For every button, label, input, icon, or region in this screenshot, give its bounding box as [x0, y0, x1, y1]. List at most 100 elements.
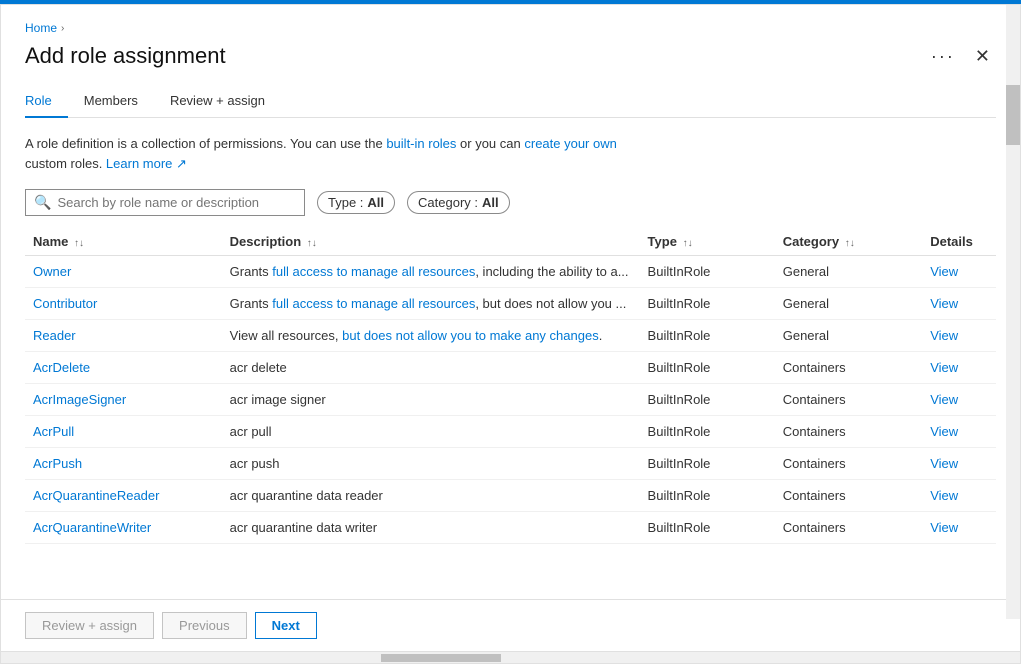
tab-role[interactable]: Role — [25, 85, 68, 118]
title-row: Add role assignment ··· ✕ — [25, 43, 996, 69]
table-row: OwnerGrants full access to manage all re… — [25, 256, 996, 288]
role-view-link[interactable]: View — [922, 512, 996, 544]
role-name-cell[interactable]: AcrDelete — [25, 352, 222, 384]
breadcrumb: Home › — [25, 21, 996, 35]
sort-type-icon[interactable]: ↑↓ — [683, 238, 693, 249]
content: A role definition is a collection of per… — [1, 118, 1020, 599]
scrollbar-thumb[interactable] — [1006, 85, 1020, 145]
title-actions: ··· ✕ — [925, 44, 996, 69]
role-view-link[interactable]: View — [922, 448, 996, 480]
role-view-link[interactable]: View — [922, 288, 996, 320]
category-filter-label: Category : — [418, 195, 478, 210]
search-icon: 🔍 — [34, 194, 51, 211]
close-button[interactable]: ✕ — [969, 45, 996, 67]
role-category-cell: General — [775, 256, 922, 288]
breadcrumb-chevron: › — [61, 23, 64, 34]
role-description-cell: acr quarantine data writer — [222, 512, 640, 544]
table-body: OwnerGrants full access to manage all re… — [25, 256, 996, 544]
col-description: Description ↑↓ — [222, 228, 640, 256]
type-filter-value: All — [367, 195, 384, 210]
desc-line1: A role definition is a collection of per… — [25, 136, 617, 151]
col-details: Details — [922, 228, 996, 256]
role-description-cell: View all resources, but does not allow y… — [222, 320, 640, 352]
previous-button[interactable]: Previous — [162, 612, 247, 639]
table-row: AcrPushacr pushBuiltInRoleContainersView — [25, 448, 996, 480]
main-container: Home › Add role assignment ··· ✕ Role Me… — [0, 4, 1021, 664]
table-row: AcrDeleteacr deleteBuiltInRoleContainers… — [25, 352, 996, 384]
sort-name-icon[interactable]: ↑↓ — [74, 238, 84, 249]
role-name-cell[interactable]: Owner — [25, 256, 222, 288]
role-description-cell: acr image signer — [222, 384, 640, 416]
role-name-cell[interactable]: AcrQuarantineReader — [25, 480, 222, 512]
role-category-cell: Containers — [775, 448, 922, 480]
role-name-cell[interactable]: AcrImageSigner — [25, 384, 222, 416]
role-type-cell: BuiltInRole — [640, 256, 775, 288]
table-row: ReaderView all resources, but does not a… — [25, 320, 996, 352]
category-filter[interactable]: Category : All — [407, 191, 510, 214]
role-view-link[interactable]: View — [922, 320, 996, 352]
role-category-cell: Containers — [775, 480, 922, 512]
role-category-cell: General — [775, 288, 922, 320]
learn-more-link[interactable]: Learn more ↗ — [106, 156, 187, 171]
breadcrumb-home[interactable]: Home — [25, 21, 57, 35]
roles-table: Name ↑↓ Description ↑↓ Type ↑↓ Categor — [25, 228, 996, 544]
col-category: Category ↑↓ — [775, 228, 922, 256]
description-text: A role definition is a collection of per… — [25, 134, 996, 173]
tab-members[interactable]: Members — [68, 85, 154, 118]
type-filter[interactable]: Type : All — [317, 191, 395, 214]
role-category-cell: Containers — [775, 512, 922, 544]
role-type-cell: BuiltInRole — [640, 512, 775, 544]
search-input[interactable] — [57, 195, 296, 210]
category-filter-value: All — [482, 195, 499, 210]
role-view-link[interactable]: View — [922, 384, 996, 416]
review-assign-button[interactable]: Review + assign — [25, 612, 154, 639]
role-type-cell: BuiltInRole — [640, 480, 775, 512]
role-view-link[interactable]: View — [922, 416, 996, 448]
footer: Review + assign Previous Next — [1, 599, 1020, 651]
role-type-cell: BuiltInRole — [640, 448, 775, 480]
role-category-cell: Containers — [775, 416, 922, 448]
table-row: AcrQuarantineReaderacr quarantine data r… — [25, 480, 996, 512]
bottom-scrollbar-thumb[interactable] — [381, 654, 501, 662]
role-type-cell: BuiltInRole — [640, 384, 775, 416]
header: Home › Add role assignment ··· ✕ Role Me… — [1, 5, 1020, 118]
role-name-cell[interactable]: AcrPull — [25, 416, 222, 448]
ellipsis-button[interactable]: ··· — [925, 44, 961, 69]
tab-review-assign[interactable]: Review + assign — [154, 85, 281, 118]
role-description-cell: Grants full access to manage all resourc… — [222, 288, 640, 320]
bottom-scrollbar[interactable] — [1, 651, 1020, 663]
search-box: 🔍 — [25, 189, 305, 216]
next-button[interactable]: Next — [255, 612, 317, 639]
role-description-cell: acr push — [222, 448, 640, 480]
role-name-cell[interactable]: AcrPush — [25, 448, 222, 480]
table-header-row: Name ↑↓ Description ↑↓ Type ↑↓ Categor — [25, 228, 996, 256]
role-type-cell: BuiltInRole — [640, 352, 775, 384]
sort-desc-icon[interactable]: ↑↓ — [307, 238, 317, 249]
filters-row: 🔍 Type : All Category : All — [25, 189, 996, 216]
role-view-link[interactable]: View — [922, 256, 996, 288]
role-name-cell[interactable]: AcrQuarantineWriter — [25, 512, 222, 544]
role-type-cell: BuiltInRole — [640, 288, 775, 320]
role-view-link[interactable]: View — [922, 352, 996, 384]
col-name: Name ↑↓ — [25, 228, 222, 256]
scrollbar[interactable] — [1006, 5, 1020, 619]
table-row: AcrImageSigneracr image signerBuiltInRol… — [25, 384, 996, 416]
table-row: AcrPullacr pullBuiltInRoleContainersView — [25, 416, 996, 448]
role-view-link[interactable]: View — [922, 480, 996, 512]
col-type: Type ↑↓ — [640, 228, 775, 256]
tabs: Role Members Review + assign — [25, 85, 996, 118]
sort-cat-icon[interactable]: ↑↓ — [845, 238, 855, 249]
type-filter-label: Type : — [328, 195, 363, 210]
table-row: AcrQuarantineWriteracr quarantine data w… — [25, 512, 996, 544]
table-row: ContributorGrants full access to manage … — [25, 288, 996, 320]
role-name-cell[interactable]: Reader — [25, 320, 222, 352]
role-name-cell[interactable]: Contributor — [25, 288, 222, 320]
role-type-cell: BuiltInRole — [640, 320, 775, 352]
role-category-cell: Containers — [775, 352, 922, 384]
role-description-cell: Grants full access to manage all resourc… — [222, 256, 640, 288]
role-description-cell: acr quarantine data reader — [222, 480, 640, 512]
role-description-cell: acr delete — [222, 352, 640, 384]
role-category-cell: Containers — [775, 384, 922, 416]
role-description-cell: acr pull — [222, 416, 640, 448]
role-type-cell: BuiltInRole — [640, 416, 775, 448]
